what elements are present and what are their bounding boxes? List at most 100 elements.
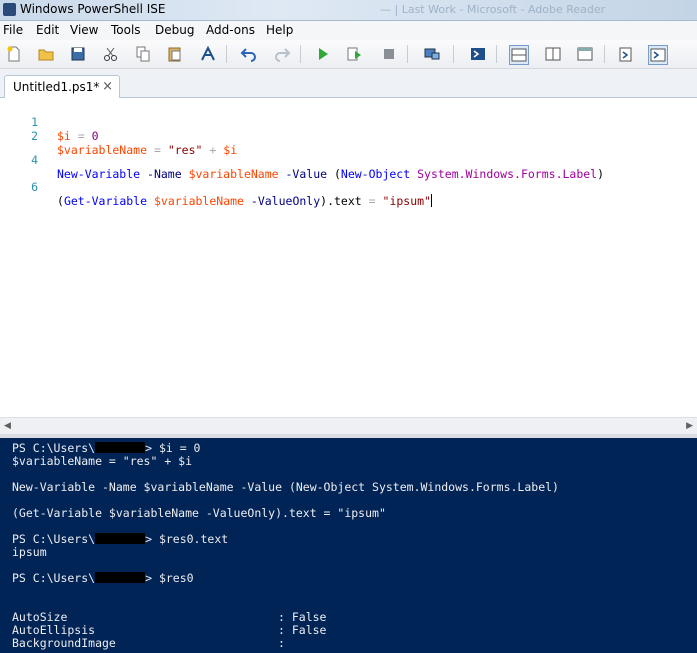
line-number: 6 [31,180,38,194]
clear-console-icon[interactable] [199,45,217,63]
save-icon[interactable] [69,45,87,63]
console-prompt-line: PS C:\Users\ > $res0.text [12,532,229,546]
redacted-username [95,442,146,453]
copy-icon[interactable] [134,45,152,63]
undo-icon[interactable] [240,45,258,63]
run-icon[interactable] [314,45,332,63]
code-token: Get-Variable [63,194,148,208]
text-caret [430,194,432,207]
redacted-username [95,572,146,583]
console-property-row: BackgroundImage: [12,636,285,650]
code-token: New-Variable [57,167,141,181]
window-titlebar: Windows PowerShell ISE — | Last Work - M… [0,0,697,21]
toolbar-separator [604,45,605,63]
menu-debug[interactable]: Debug [155,23,194,37]
window-title: Windows PowerShell ISE [20,2,166,16]
redacted-username [95,533,146,544]
remote-icon[interactable] [423,45,441,63]
code-token: -Name [140,167,189,181]
cut-icon[interactable] [102,45,120,63]
toolbar-separator [226,45,227,63]
menu-view[interactable]: View [70,23,98,37]
run-selection-icon[interactable] [346,45,364,63]
code-token: -Value [278,167,334,181]
paste-icon[interactable] [166,45,184,63]
code-text: New-Variable -Name $variableName -Value … [57,167,604,181]
code-token: New-Object [340,167,411,181]
line-number: 4 [31,153,38,167]
code-token: = [153,143,161,157]
code-token: $variableName [57,143,148,157]
code-token: "res" [167,143,203,157]
console-line: (Get-Variable $variableName -ValueOnly).… [12,506,386,520]
background-window-title: — | Last Work - Microsoft - Adobe Reader [380,3,606,16]
menu-bar: File Edit View Tools Debug Add-ons Help [0,21,697,40]
code-token: $i [57,129,71,143]
menu-tools[interactable]: Tools [111,23,141,37]
code-line: 6 (Get-Variable $variableName -ValueOnly… [0,166,432,208]
code-token: 0 [91,129,99,143]
code-token: -ValueOnly [243,194,321,208]
menu-help[interactable]: Help [266,23,293,37]
code-line: 4 New-Variable -Name $variableName -Valu… [0,139,604,181]
editor-horizontal-scrollbar[interactable]: ◀ ▶ [0,417,697,435]
code-token: "ipsum" [382,194,431,208]
code-token: = [77,129,85,143]
code-token: ( [57,194,64,208]
script-tab-strip: Untitled1.ps1* × [0,69,697,98]
code-token: = [368,194,376,208]
code-text: (Get-Variable $variableName -ValueOnly).… [57,194,432,208]
tab-label: Untitled1.ps1* [13,80,100,94]
toolbar-separator [300,45,301,63]
code-token: $i [223,143,238,157]
tab-untitled1[interactable]: Untitled1.ps1* × [4,75,120,98]
code-text: $i = 0 [57,129,99,143]
menu-edit[interactable]: Edit [36,23,59,37]
open-icon[interactable] [37,45,55,63]
console-line: New-Variable -Name $variableName -Value … [12,480,559,494]
console-property-row: AutoEllipsis: False [12,623,327,637]
console-pane[interactable]: PS C:\Users\ > $i = 0 $variableName = "re… [0,438,697,653]
console-prompt-line: PS C:\Users\ > $res0 [12,571,194,585]
powershell-icon[interactable] [469,45,487,63]
new-icon[interactable] [5,45,23,63]
code-token: $variableName [153,194,244,208]
layout-max-icon[interactable] [576,45,594,63]
code-token: ) [597,167,605,181]
close-icon[interactable]: × [102,79,113,94]
layout-right-icon[interactable] [544,45,562,63]
code-token: $variableName [188,167,279,181]
menu-add-ons[interactable]: Add-ons [206,23,255,37]
code-line: 2 $variableName = "res" + $i [0,115,237,157]
show-commands-icon[interactable] [617,45,635,63]
menu-file[interactable]: File [3,23,23,37]
toolbar [0,40,697,69]
redo-icon[interactable] [273,45,291,63]
console-line: $variableName = "res" + $i [12,454,193,468]
scroll-right-icon[interactable]: ▶ [686,421,693,431]
toolbar-separator [407,45,408,63]
toolbar-separator [496,45,497,63]
console-line: ipsum [12,545,47,559]
code-token: ( [333,167,341,181]
code-line: 1 $i = 0 [0,101,99,143]
console-property-row: AutoSize: False [12,610,327,624]
show-addon-icon[interactable] [648,45,668,65]
code-token: System.Windows.Forms.Label [417,167,598,181]
toolbar-separator [453,45,454,63]
console-prompt-line: PS C:\Users\ > $i = 0 [12,441,201,455]
scroll-left-icon[interactable]: ◀ [4,421,11,431]
code-text: $variableName = "res" + $i [57,143,237,157]
powershell-app-icon [3,3,16,16]
script-editor[interactable]: 1 $i = 0 2 $variableName = "res" + $i 4 … [0,98,697,417]
code-token: ).text [320,194,362,208]
layout-top-icon[interactable] [509,45,529,65]
stop-icon[interactable] [380,45,398,63]
